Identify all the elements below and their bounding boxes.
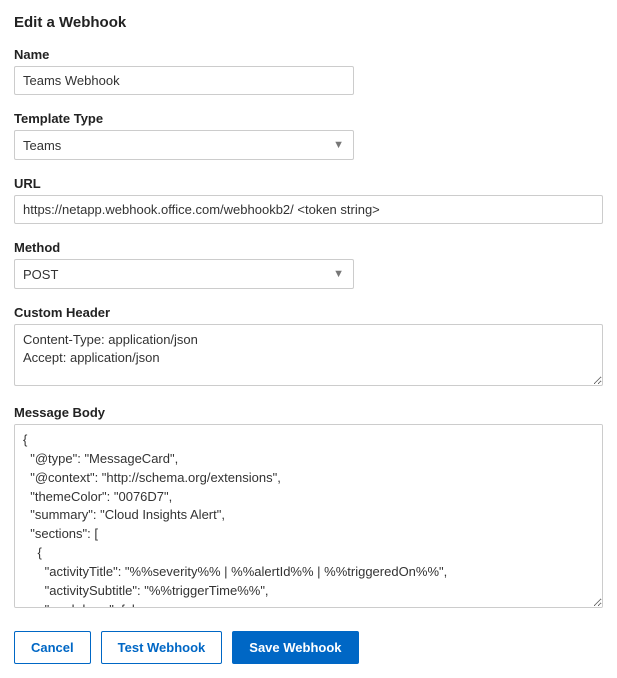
message-body-textarea[interactable] (14, 424, 603, 608)
save-webhook-button[interactable]: Save Webhook (232, 631, 358, 664)
name-label: Name (14, 47, 603, 62)
message-body-label: Message Body (14, 405, 603, 420)
custom-header-textarea[interactable] (14, 324, 603, 386)
template-type-field: Template Type Teams ▼ (14, 111, 603, 160)
template-type-select[interactable]: Teams (14, 130, 354, 160)
cancel-button[interactable]: Cancel (14, 631, 91, 664)
url-field: URL (14, 176, 603, 224)
custom-header-label: Custom Header (14, 305, 603, 320)
url-input[interactable] (14, 195, 603, 224)
page-title: Edit a Webhook (14, 14, 603, 31)
custom-header-field: Custom Header (14, 305, 603, 389)
name-field: Name (14, 47, 603, 95)
button-row: Cancel Test Webhook Save Webhook (14, 631, 603, 664)
method-field: Method POST ▼ (14, 240, 603, 289)
method-label: Method (14, 240, 603, 255)
url-label: URL (14, 176, 603, 191)
test-webhook-button[interactable]: Test Webhook (101, 631, 223, 664)
name-input[interactable] (14, 66, 354, 95)
method-select[interactable]: POST (14, 259, 354, 289)
message-body-field: Message Body (14, 405, 603, 611)
template-type-label: Template Type (14, 111, 603, 126)
